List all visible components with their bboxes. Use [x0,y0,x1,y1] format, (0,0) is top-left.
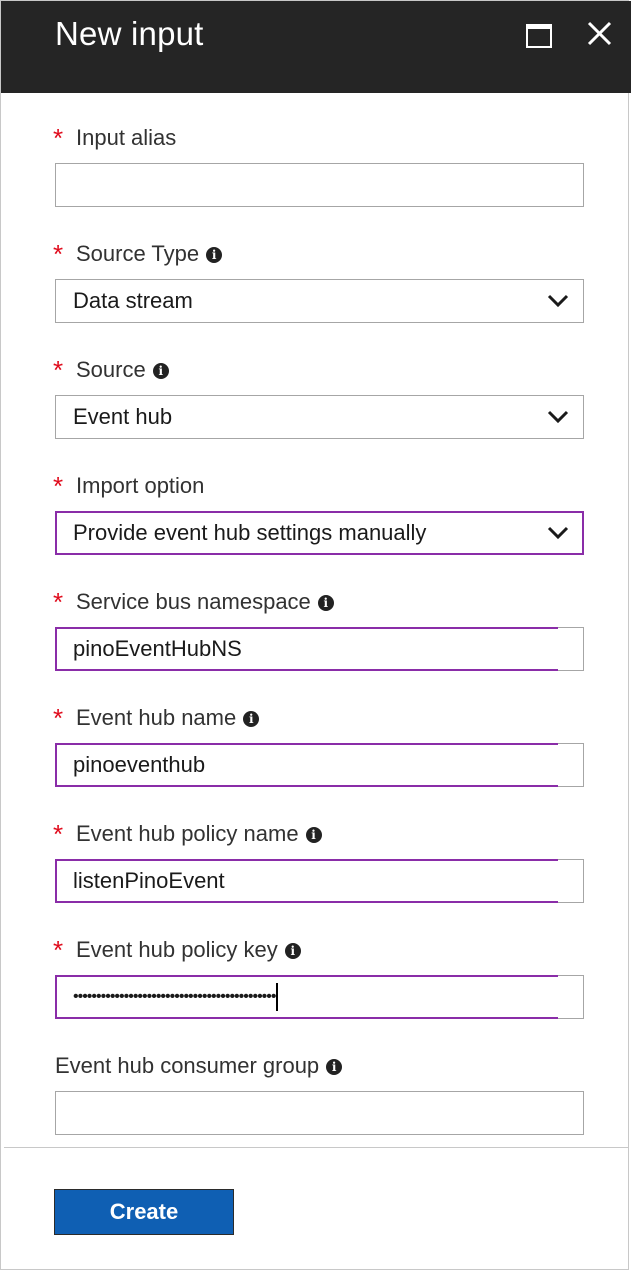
password-mask: ••••••••••••••••••••••••••••••••••••••••… [73,988,276,1005]
source-value: Event hub [73,404,173,429]
chevron-down-icon [547,526,569,540]
event-hub-name-label: Event hub name [76,705,237,730]
source-type-label-row: * Source Type i [53,239,584,269]
chevron-down-icon [547,294,569,308]
service-bus-namespace-label: Service bus namespace [76,589,311,614]
required-asterisk: * [53,471,64,501]
input-alias-label: Input alias [76,125,177,150]
required-asterisk: * [53,123,64,153]
close-icon [587,21,612,46]
info-icon[interactable]: i [152,363,169,379]
event-hub-policy-key-label-row: * Event hub policy key i [53,935,584,965]
required-asterisk: * [53,587,64,617]
import-option-select[interactable]: Provide event hub settings manually [55,511,584,555]
page-title: New input [55,15,204,52]
info-icon[interactable]: i [284,943,301,959]
event-hub-name-field: * Event hub name i pinoeventhub [53,703,584,787]
info-icon[interactable]: i [243,711,260,727]
input-alias-field: * Input alias [53,123,584,207]
event-hub-policy-name-value: listenPinoEvent [73,868,225,893]
source-type-field: * Source Type i Data stream [53,239,584,323]
event-hub-consumer-group-input[interactable] [55,1091,584,1135]
required-asterisk: * [53,703,64,733]
import-option-label-row: * Import option [53,471,584,501]
service-bus-namespace-input[interactable]: pinoEventHubNS [55,627,584,671]
input-alias-label-row: * Input alias [53,123,584,153]
footer-divider [4,1147,629,1148]
required-asterisk: * [53,935,64,965]
event-hub-consumer-group-label: Event hub consumer group [55,1053,320,1078]
source-select[interactable]: Event hub [55,395,584,439]
service-bus-namespace-field: * Service bus namespace i pinoEventHubNS [53,587,584,671]
event-hub-consumer-group-field: Event hub consumer group i [55,1053,584,1135]
required-asterisk: * [53,239,64,269]
import-option-label: Import option [76,473,205,498]
maximize-icon [526,24,552,48]
event-hub-policy-name-input[interactable]: listenPinoEvent [55,859,584,903]
source-label: Source [76,357,146,382]
blade-panel: New input * Input alias * Source Type i D… [0,0,631,1270]
text-caret [276,982,279,1011]
blade-header: New input [1,1,631,93]
input-alias-input[interactable] [55,163,584,207]
info-icon[interactable]: i [206,247,223,263]
event-hub-policy-name-label: Event hub policy name [76,821,299,846]
required-asterisk: * [53,355,64,385]
import-option-field: * Import option Provide event hub settin… [53,471,584,555]
info-icon[interactable]: i [305,827,322,843]
create-button[interactable]: Create [54,1189,234,1235]
service-bus-namespace-value: pinoEventHubNS [73,636,242,661]
source-type-value: Data stream [73,288,193,313]
event-hub-name-input[interactable]: pinoeventhub [55,743,584,787]
required-asterisk: * [53,819,64,849]
source-type-select[interactable]: Data stream [55,279,584,323]
event-hub-policy-name-label-row: * Event hub policy name i [53,819,584,849]
event-hub-policy-key-input[interactable]: ••••••••••••••••••••••••••••••••••••••••… [55,975,584,1019]
chevron-down-icon [547,410,569,424]
close-button[interactable] [583,15,617,51]
source-field: * Source i Event hub [53,355,584,439]
source-type-label: Source Type [76,241,200,266]
event-hub-name-value: pinoeventhub [73,752,206,777]
event-hub-policy-key-field: * Event hub policy key i ••••••••••••••••… [53,935,584,1019]
import-option-value: Provide event hub settings manually [73,520,427,545]
source-label-row: * Source i [53,355,584,385]
event-hub-name-label-row: * Event hub name i [53,703,584,733]
info-icon[interactable]: i [326,1059,343,1075]
event-hub-consumer-group-label-row: Event hub consumer group i [55,1053,584,1081]
info-icon[interactable]: i [317,595,334,611]
event-hub-policy-key-label: Event hub policy key [76,937,278,962]
service-bus-namespace-label-row: * Service bus namespace i [53,587,584,617]
event-hub-policy-name-field: * Event hub policy name i listenPinoEvent [53,819,584,903]
maximize-button[interactable] [522,17,558,51]
